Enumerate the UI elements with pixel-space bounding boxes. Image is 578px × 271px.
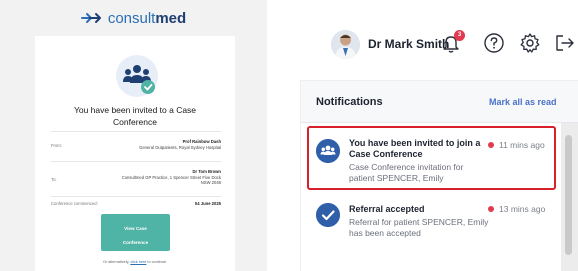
notification-item[interactable]: Referral accepted Referral for patient S… (301, 199, 563, 259)
from-label: From: (51, 143, 62, 148)
notification-body: Referral for patient SPENCER, Emily has … (349, 217, 489, 238)
arrow-logo-icon (80, 13, 101, 23)
logout-icon[interactable] (554, 32, 574, 54)
invite-title: You have been invited to a Case Conferen… (73, 105, 197, 127)
check-icon (316, 203, 340, 227)
divider (51, 196, 221, 197)
unread-dot (488, 206, 494, 212)
alternative-link-text: Or alternatively, click here to continue… (102, 260, 168, 264)
from-value: Prof Rainbow Dash General Outpatients, Ro… (139, 139, 221, 150)
highlight-box (307, 126, 556, 190)
brand-logo: consultmed (0, 0, 267, 36)
help-icon[interactable] (483, 32, 505, 54)
to-value: Dr Tom Brown Consultmed GP Practice, 1 Sp… (121, 169, 221, 186)
commenced-label: Conference commenced: (51, 201, 98, 206)
to-label: To: (51, 177, 57, 182)
email-card: You have been invited to a Case Conferen… (35, 36, 235, 271)
avatar[interactable] (331, 30, 360, 59)
divider (51, 131, 221, 132)
email-preview: consultmed You have been invited to a Ca… (0, 0, 267, 271)
gear-icon[interactable] (519, 32, 541, 54)
divider (51, 161, 221, 162)
avatar-image (331, 30, 360, 59)
view-case-conference-button[interactable]: View Case Conference (101, 214, 170, 251)
commenced-value: 04 June 2025 (194, 201, 221, 206)
screen: consultmed You have been invited to a Ca… (0, 0, 578, 271)
notification-count-badge: 3 (454, 30, 465, 41)
mark-all-as-read-link[interactable]: Mark all as read (489, 97, 557, 107)
brand-name: consultmed (107, 9, 187, 27)
scrollbar-thumb[interactable] (565, 135, 572, 255)
users-icon (116, 55, 158, 97)
notification-time: 13 mins ago (499, 204, 546, 214)
user-name[interactable]: Dr Mark Smith (368, 37, 449, 51)
notifications-header: Notifications Mark all as read (301, 81, 578, 123)
notification-title: Referral accepted (349, 204, 425, 214)
notifications-title: Notifications (316, 96, 383, 108)
click-here-link[interactable]: click here (130, 260, 146, 264)
